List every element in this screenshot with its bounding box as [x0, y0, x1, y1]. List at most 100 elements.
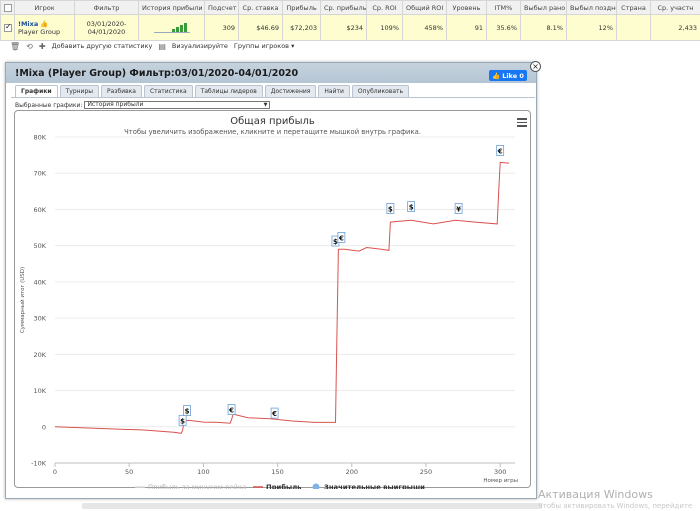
big-win-marker[interactable]: € [227, 404, 236, 415]
y-tick-label: 10K [33, 387, 46, 395]
tab-graphs[interactable]: Графики [15, 85, 58, 97]
player-groups-dropdown[interactable]: Группы игроков ▾ [234, 42, 294, 50]
col-header-filter[interactable]: Фильтр [74, 0, 139, 15]
sparkline-chart [153, 22, 190, 33]
table-row[interactable]: !Mixa 👍 Player Group 03/01/2020- 04/01/2… [0, 14, 700, 41]
add-stats-icon: ✚ [38, 41, 46, 51]
big-win-marker[interactable]: $ [386, 203, 395, 214]
player-cell[interactable]: !Mixa 👍 Player Group [14, 14, 75, 41]
col-header-late[interactable]: Выбыл поздно [566, 0, 617, 15]
count-cell: 309 [204, 14, 239, 41]
x-tick-label: 200 [346, 468, 358, 476]
tab-breakdown[interactable]: Разбивка [101, 85, 142, 97]
big-win-marker[interactable]: $ [407, 201, 416, 213]
avg-stake-cell: $46.69 [238, 14, 283, 41]
graph-select-dropdown[interactable]: История прибыли ▼ [84, 101, 271, 109]
tab-achievements[interactable]: Достижения [264, 85, 317, 97]
y-tick-label: -10K [31, 460, 47, 468]
col-header-count[interactable]: Подсчет [204, 0, 239, 15]
thumbs-up-icon: 👍 [40, 19, 49, 28]
player-name-link[interactable]: !Mixa [18, 20, 38, 28]
col-header-player[interactable]: Игрок [14, 0, 75, 15]
filter-cell: 03/01/2020- 04/01/2020 [74, 14, 139, 41]
close-button[interactable]: × [530, 61, 541, 72]
marker-symbol: € [228, 406, 234, 414]
popup-title: !Mixa (Player Group) Фильтр:03/01/2020-0… [15, 68, 299, 79]
marker-symbol: $ [185, 408, 190, 416]
x-tick-label: 300 [494, 468, 506, 476]
marker-symbol: $ [333, 238, 338, 246]
like-label: Like 0 [502, 71, 524, 80]
chevron-down-icon: ▼ [263, 102, 268, 108]
legend-label[interactable]: Прибыль [266, 484, 302, 490]
y-tick-label: 60K [33, 206, 46, 214]
avg-entrants-cell: 2,433 [650, 14, 700, 41]
col-header-avg-stake[interactable]: Ср. ставка [238, 0, 283, 15]
big-win-marker[interactable]: $ [183, 405, 191, 416]
total-roi-cell: 458% [402, 14, 447, 41]
y-axis-label: Суммарный итог (USD) [19, 267, 26, 333]
select-all-checkbox[interactable] [0, 0, 15, 15]
x-tick-label: 150 [271, 468, 283, 476]
refresh-icon[interactable]: ⟲ [26, 42, 33, 51]
late-cell: 12% [566, 14, 617, 41]
tab-statistics[interactable]: Статистика [143, 85, 193, 97]
marker-symbol: € [497, 147, 503, 155]
thumbs-up-icon: 👍 [492, 71, 501, 80]
x-tick-label: 100 [197, 468, 209, 476]
row-checkbox[interactable] [0, 14, 15, 41]
col-header-total-roi[interactable]: Общий ROI [402, 0, 447, 15]
profit-chart[interactable]: -10K 0 10K 20K 30K 40K 50K 60K 70K 80K 0 50 100 150 20… [15, 111, 532, 489]
big-win-marker[interactable]: € [496, 145, 505, 156]
col-header-level[interactable]: Уровень [446, 0, 487, 15]
col-header-profit[interactable]: Прибыль [282, 0, 321, 15]
col-header-avg-profit[interactable]: Ср. прибыль [320, 0, 367, 15]
col-header-country[interactable]: Страна [616, 0, 651, 15]
windows-activation-watermark: Активация Windows [538, 488, 653, 501]
table-toolbar: 🗑 ⟲ ✚ Добавить другую статистику ▤ Визуа… [0, 40, 700, 52]
big-win-marker[interactable]: $ [178, 414, 187, 426]
big-win-marker[interactable]: € [337, 232, 346, 243]
tab-tournaments[interactable]: Турниры [59, 85, 100, 97]
player-group-label: Player Group [18, 27, 61, 36]
profit-history-sparkline[interactable] [138, 14, 205, 41]
y-tick-label: 30K [33, 315, 46, 323]
avg-profit-cell: $234 [320, 14, 367, 41]
add-stats-link[interactable]: Добавить другую статистику [52, 42, 153, 50]
tab-divider [11, 97, 535, 98]
marker-symbol: $ [409, 204, 414, 212]
player-graph-popup: !Mixa (Player Group) Фильтр:03/01/2020-0… [5, 61, 541, 499]
x-tick-label: 250 [420, 468, 432, 476]
big-win-marker[interactable]: ¥ [454, 203, 463, 214]
legend-label[interactable]: Прибыль за минусом рейка [148, 484, 246, 490]
popup-header[interactable]: !Mixa (Player Group) Фильтр:03/01/2020-0… [6, 63, 536, 83]
facebook-like-button[interactable]: 👍 Like 0 [489, 70, 527, 81]
tab-publish[interactable]: Опубликовать [351, 85, 410, 97]
chart-container[interactable]: Общая прибыль Чтобы увеличить изображени… [14, 110, 532, 489]
horizontal-scrollbar[interactable] [82, 503, 542, 509]
col-header-early[interactable]: Выбыл рано [520, 0, 567, 15]
y-tick-label: 70K [33, 170, 46, 178]
stats-table: Игрок Фильтр История прибыли Подсчет Ср.… [0, 0, 700, 41]
col-header-avg-roi[interactable]: Ср. ROI [366, 0, 403, 15]
chart-icon: ▤ [158, 41, 166, 51]
visualize-link[interactable]: Визуализируйте [172, 42, 228, 50]
marker-symbol: € [271, 410, 277, 418]
stats-header-row: Игрок Фильтр История прибыли Подсчет Ср.… [0, 0, 700, 15]
col-header-itm[interactable]: ITM% [486, 0, 521, 15]
tab-leaderboards[interactable]: Таблицы лидеров [194, 85, 263, 97]
big-win-marker[interactable]: € [270, 407, 279, 419]
tab-find[interactable]: Найти [318, 85, 350, 97]
graph-select-label: Выбранные графики: [15, 101, 83, 109]
graph-select-value: История прибыли [87, 101, 144, 108]
marker-symbol: $ [180, 417, 185, 425]
legend-swatch [312, 483, 320, 489]
marker-symbol: $ [388, 205, 393, 213]
col-header-profit-history[interactable]: История прибыли [138, 0, 205, 15]
col-header-avg-entrants[interactable]: Ср. участн [650, 0, 700, 15]
legend-label[interactable]: Значительные выигрыши [324, 484, 425, 490]
trash-icon[interactable]: 🗑 [10, 42, 20, 51]
y-tick-label: 50K [33, 242, 46, 250]
y-tick-label: 0 [42, 423, 46, 431]
x-axis-label: Номер игры [483, 478, 518, 484]
